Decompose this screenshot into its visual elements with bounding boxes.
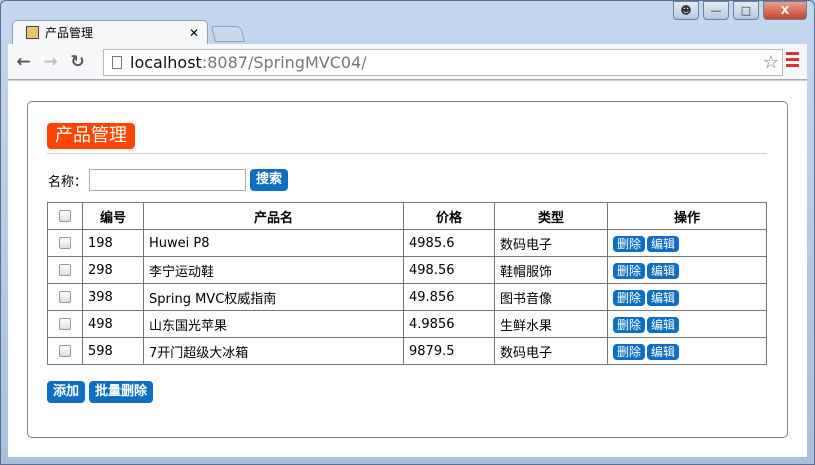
delete-button[interactable]: 删除 bbox=[613, 343, 646, 360]
cell-price: 9879.5 bbox=[403, 337, 495, 365]
header-actions: 操作 bbox=[607, 202, 767, 230]
cell-actions: 删除 编辑 bbox=[607, 283, 767, 311]
add-button[interactable]: 添加 bbox=[47, 381, 86, 403]
window-controls: ☻ — □ X bbox=[673, 1, 807, 20]
cell-name: 7开门超级大冰箱 bbox=[143, 337, 404, 365]
search-button[interactable]: 搜索 bbox=[250, 169, 289, 191]
divider bbox=[47, 153, 767, 154]
cell-id: 398 bbox=[82, 283, 144, 311]
cell-actions: 删除 编辑 bbox=[607, 310, 767, 338]
user-icon[interactable]: ☻ bbox=[673, 1, 699, 20]
page-title: 产品管理 bbox=[47, 123, 135, 149]
cell-name: 山东国光苹果 bbox=[143, 310, 404, 338]
browser-toolbar: ← → ↻ localhost:8087/SpringMVC04/ ☆ bbox=[8, 44, 807, 80]
cell-type: 数码电子 bbox=[494, 229, 608, 257]
delete-button[interactable]: 删除 bbox=[613, 262, 646, 279]
minimize-button[interactable]: — bbox=[703, 1, 729, 20]
header-type: 类型 bbox=[494, 202, 608, 230]
table-row: 198 Huwei P8 4985.6 数码电子 删除 编辑 bbox=[47, 229, 767, 257]
header-id: 编号 bbox=[82, 202, 144, 230]
product-panel: 产品管理 名称： 搜索 编号 产品名 价格 类型 操作 198 Huwei P8… bbox=[27, 101, 788, 438]
header-price: 价格 bbox=[403, 202, 495, 230]
menu-icon[interactable] bbox=[786, 52, 799, 70]
cell-actions: 删除 编辑 bbox=[607, 337, 767, 365]
header-name: 产品名 bbox=[143, 202, 404, 230]
cell-type: 生鲜水果 bbox=[494, 310, 608, 338]
search-input[interactable] bbox=[89, 169, 247, 191]
row-checkbox[interactable] bbox=[59, 291, 71, 303]
address-bar[interactable]: localhost:8087/SpringMVC04/ ☆ bbox=[103, 49, 783, 76]
page-content: 产品管理 名称： 搜索 编号 产品名 价格 类型 操作 198 Huwei P8… bbox=[8, 81, 807, 457]
cell-type: 图书音像 bbox=[494, 283, 608, 311]
page-icon bbox=[112, 56, 122, 69]
bookmark-star-icon[interactable]: ☆ bbox=[763, 52, 779, 73]
cell-type: 数码电子 bbox=[494, 337, 608, 365]
table-row: 398 Spring MVC权威指南 49.856 图书音像 删除 编辑 bbox=[47, 283, 767, 311]
table-header-row: 编号 产品名 价格 类型 操作 bbox=[47, 202, 767, 230]
url-host: localhost bbox=[130, 53, 202, 72]
cell-type: 鞋帽服饰 bbox=[494, 256, 608, 284]
product-table: 编号 产品名 价格 类型 操作 198 Huwei P8 4985.6 数码电子… bbox=[47, 202, 767, 365]
browser-tab[interactable]: 产品管理 ✕ bbox=[12, 20, 208, 44]
search-form: 名称： 搜索 bbox=[48, 169, 289, 191]
table-row: 298 李宁运动鞋 498.56 鞋帽服饰 删除 编辑 bbox=[47, 256, 767, 284]
cell-price: 4.9856 bbox=[403, 310, 495, 338]
cell-id: 598 bbox=[82, 337, 144, 365]
cell-id: 298 bbox=[82, 256, 144, 284]
tab-title: 产品管理 bbox=[45, 26, 94, 40]
row-checkbox[interactable] bbox=[59, 318, 71, 330]
favicon-icon bbox=[26, 26, 39, 39]
cell-actions: 删除 编辑 bbox=[607, 229, 767, 257]
new-tab-button[interactable] bbox=[210, 26, 246, 42]
back-icon[interactable]: ← bbox=[10, 52, 37, 72]
select-all-checkbox[interactable] bbox=[59, 210, 71, 222]
edit-button[interactable]: 编辑 bbox=[647, 343, 680, 360]
close-window-button[interactable]: X bbox=[763, 1, 807, 20]
row-checkbox[interactable] bbox=[59, 237, 71, 249]
cell-id: 498 bbox=[82, 310, 144, 338]
forward-icon[interactable]: → bbox=[37, 52, 64, 72]
cell-name: 李宁运动鞋 bbox=[143, 256, 404, 284]
delete-button[interactable]: 删除 bbox=[613, 235, 646, 252]
reload-icon[interactable]: ↻ bbox=[64, 52, 91, 72]
cell-actions: 删除 编辑 bbox=[607, 256, 767, 284]
table-row: 598 7开门超级大冰箱 9879.5 数码电子 删除 编辑 bbox=[47, 337, 767, 365]
edit-button[interactable]: 编辑 bbox=[647, 289, 680, 306]
delete-button[interactable]: 删除 bbox=[613, 316, 646, 333]
delete-button[interactable]: 删除 bbox=[613, 289, 646, 306]
edit-button[interactable]: 编辑 bbox=[647, 235, 680, 252]
row-checkbox[interactable] bbox=[59, 264, 71, 276]
edit-button[interactable]: 编辑 bbox=[647, 316, 680, 333]
row-checkbox[interactable] bbox=[59, 345, 71, 357]
cell-price: 4985.6 bbox=[403, 229, 495, 257]
maximize-button[interactable]: □ bbox=[733, 1, 759, 20]
cell-id: 198 bbox=[82, 229, 144, 257]
close-tab-icon[interactable]: ✕ bbox=[189, 26, 199, 40]
table-row: 498 山东国光苹果 4.9856 生鲜水果 删除 编辑 bbox=[47, 310, 767, 338]
cell-name: Spring MVC权威指南 bbox=[143, 283, 404, 311]
url-path: :8087/SpringMVC04/ bbox=[201, 53, 367, 72]
edit-button[interactable]: 编辑 bbox=[647, 262, 680, 279]
cell-price: 49.856 bbox=[403, 283, 495, 311]
batch-delete-button[interactable]: 批量删除 bbox=[89, 381, 154, 403]
search-label: 名称： bbox=[48, 174, 88, 190]
cell-price: 498.56 bbox=[403, 256, 495, 284]
bottom-actions: 添加 批量删除 bbox=[47, 381, 154, 403]
cell-name: Huwei P8 bbox=[143, 229, 404, 257]
